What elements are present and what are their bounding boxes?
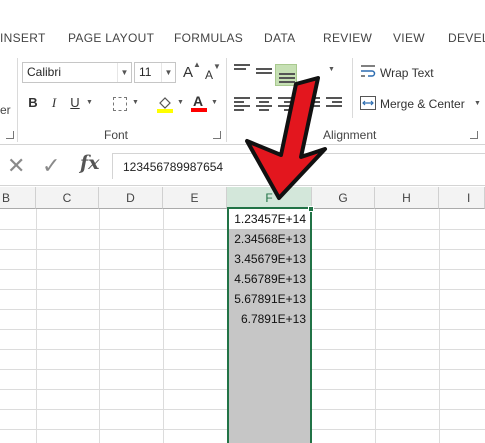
insert-function-icon[interactable]: fx <box>80 152 100 174</box>
borders-dropdown-icon[interactable]: ▼ <box>132 99 139 106</box>
chevron-down-icon[interactable]: ▼ <box>117 63 131 82</box>
fill-color-icon[interactable] <box>157 95 173 113</box>
underline-button[interactable]: U <box>68 93 82 113</box>
tab-developer[interactable]: DEVELO <box>448 31 485 45</box>
shrink-font-caret-icon: ▼ <box>213 62 221 71</box>
ribbon-tab-bar: INSERT PAGE LAYOUT FORMULAS DATA REVIEW … <box>0 0 485 60</box>
tab-page-layout[interactable]: PAGE LAYOUT <box>68 31 154 45</box>
fill-color-dropdown-icon[interactable]: ▼ <box>177 99 184 106</box>
font-group-label: Font <box>104 128 129 142</box>
tab-insert[interactable]: INSERT <box>0 31 46 45</box>
increase-indent-icon[interactable] <box>326 97 342 111</box>
tab-view[interactable]: VIEW <box>393 31 425 45</box>
font-name-combo[interactable]: Calibri ▼ <box>22 62 132 83</box>
clipboard-launcher-icon[interactable] <box>6 131 14 139</box>
chevron-down-icon[interactable]: ▼ <box>161 63 175 82</box>
column-header-i[interactable]: I <box>439 187 485 209</box>
column-header-b[interactable]: B <box>0 187 36 209</box>
formula-value: 123456789987654 <box>123 160 224 174</box>
font-name-value: Calibri <box>27 65 62 79</box>
wrap-text-button[interactable]: Wrap Text <box>380 63 434 83</box>
font-size-value: 11 <box>139 65 152 79</box>
align-right-icon[interactable] <box>278 97 294 111</box>
tab-review[interactable]: REVIEW <box>323 31 372 45</box>
column-header-h[interactable]: H <box>375 187 439 209</box>
decrease-indent-icon[interactable] <box>304 97 320 111</box>
orientation-dropdown-icon[interactable]: ▼ <box>328 66 335 73</box>
align-center-icon[interactable] <box>256 97 272 111</box>
grow-font-caret-icon: ▲ <box>193 60 201 69</box>
alignment-launcher-icon[interactable] <box>470 131 478 139</box>
column-header-f[interactable]: F <box>227 187 312 209</box>
borders-icon[interactable] <box>113 97 127 111</box>
cell-f2[interactable]: 2.34568E+13 <box>227 229 310 249</box>
subgroup-separator <box>352 58 353 118</box>
merge-center-icon[interactable] <box>360 96 376 110</box>
font-size-combo[interactable]: 11 ▼ <box>134 62 176 83</box>
enter-check-icon[interactable]: ✓ <box>42 153 60 179</box>
alignment-group-label: Alignment <box>323 128 377 142</box>
group-separator <box>17 58 18 142</box>
wrap-text-icon[interactable] <box>360 64 376 78</box>
middle-align-icon[interactable] <box>256 68 272 82</box>
align-left-icon[interactable] <box>234 97 250 111</box>
underline-dropdown-icon[interactable]: ▼ <box>86 99 93 106</box>
column-header-e[interactable]: E <box>163 187 227 209</box>
italic-button[interactable]: I <box>47 93 61 113</box>
cancel-icon[interactable]: ✕ <box>7 153 25 179</box>
top-align-icon[interactable] <box>234 64 250 78</box>
formula-input[interactable]: 123456789987654 <box>112 153 485 179</box>
column-header-d[interactable]: D <box>99 187 163 209</box>
tab-data[interactable]: DATA <box>264 31 295 45</box>
font-launcher-icon[interactable] <box>213 131 221 139</box>
tab-formulas[interactable]: FORMULAS <box>174 31 243 45</box>
clipboard-group-clipped: er <box>0 103 11 117</box>
font-color-dropdown-icon[interactable]: ▼ <box>211 99 218 106</box>
cell-f5[interactable]: 5.67891E+13 <box>227 289 310 309</box>
merge-center-button[interactable]: Merge & Center <box>380 94 465 114</box>
bottom-align-button[interactable] <box>275 64 297 86</box>
group-separator <box>226 58 227 142</box>
cell-f3[interactable]: 3.45679E+13 <box>227 249 310 269</box>
bold-button[interactable]: B <box>26 93 40 113</box>
merge-dropdown-icon[interactable]: ▼ <box>474 100 481 107</box>
column-header-g[interactable]: G <box>312 187 375 209</box>
cell-f4[interactable]: 4.56789E+13 <box>227 269 310 289</box>
cell-f6[interactable]: 6.7891E+13 <box>227 309 310 329</box>
font-color-icon[interactable]: A <box>191 93 207 113</box>
cell-f1[interactable]: 1.23457E+14 <box>227 209 310 229</box>
column-header-c[interactable]: C <box>36 187 99 209</box>
